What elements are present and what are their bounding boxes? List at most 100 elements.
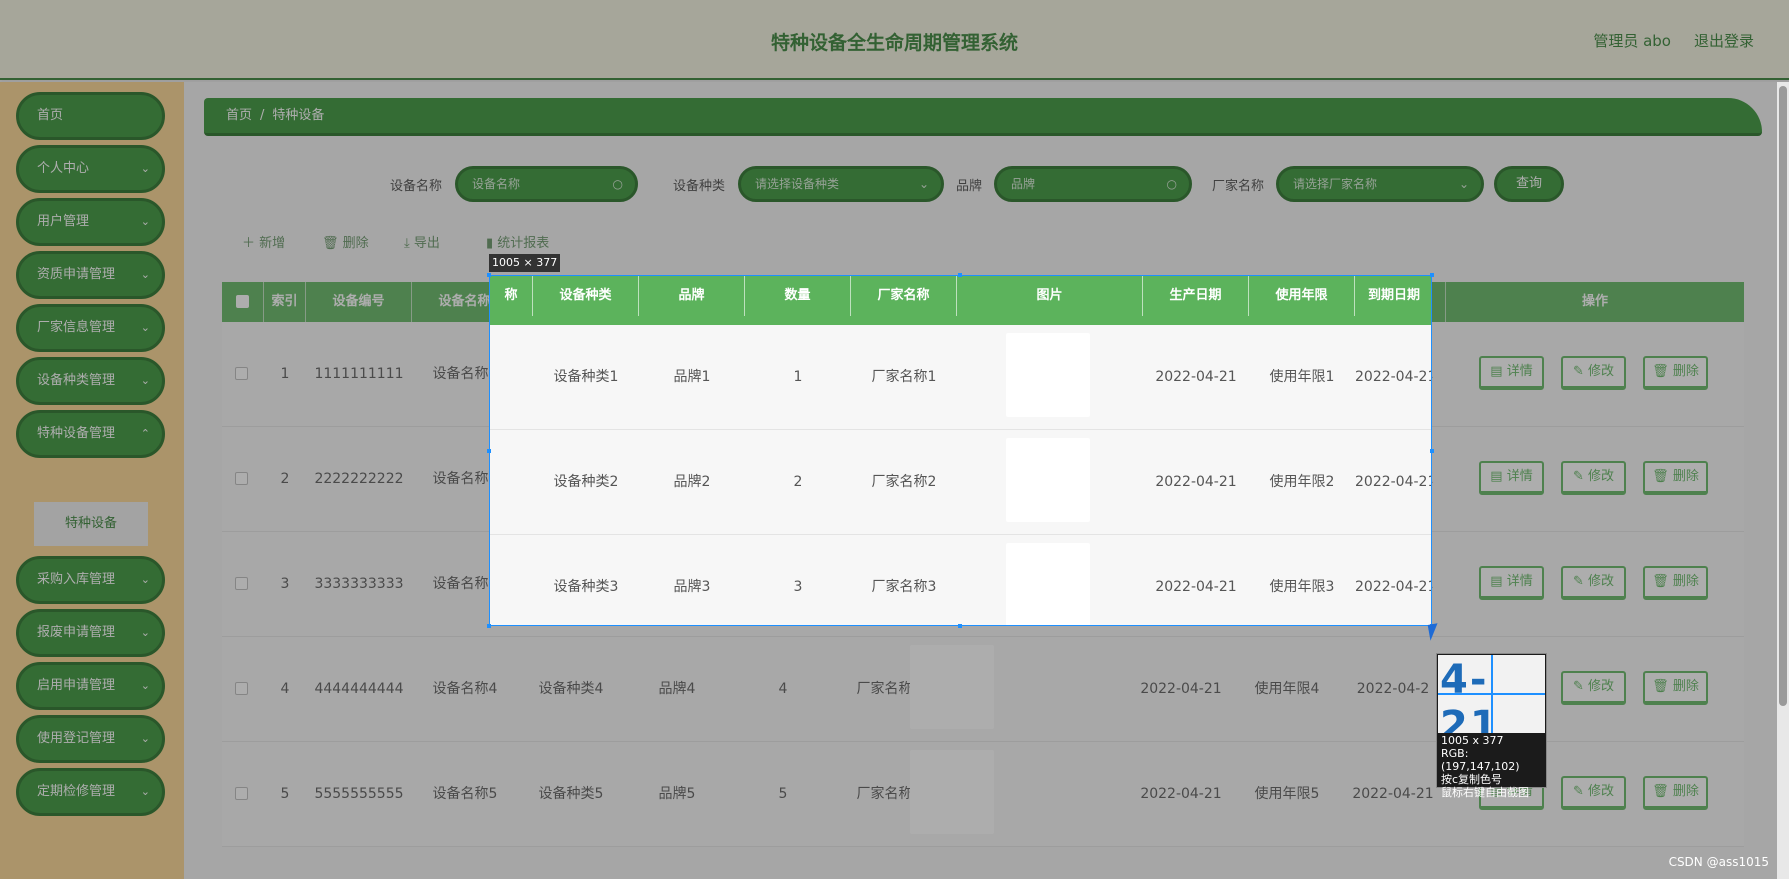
edit-button[interactable]: ✎ 修改 <box>1561 461 1626 495</box>
row-checkbox[interactable] <box>235 787 248 800</box>
sidebar-item-scrap[interactable]: 报废申请管理 ⌄ <box>16 609 165 657</box>
selection-size-label: 1005 × 377 <box>489 254 561 272</box>
device-image[interactable] <box>1006 438 1090 522</box>
cell-idx: 3 <box>280 576 290 592</box>
edit-button[interactable]: ✎ 修改 <box>1561 356 1626 390</box>
cell-qty: 5 <box>778 786 788 802</box>
device-type-label: 设备种类 <box>673 179 726 194</box>
delete-row-button[interactable]: 🗑 删除 <box>1643 461 1708 495</box>
row-checkbox[interactable] <box>235 682 248 695</box>
edit-button[interactable]: ✎ 修改 <box>1561 566 1626 600</box>
cell-code: 2222222222 <box>314 471 404 487</box>
detail-button[interactable]: ▤ 详情 <box>1479 566 1544 600</box>
delete-button[interactable]: 🗑 删除 <box>322 232 369 251</box>
sidebar-item-purchase[interactable]: 采购入库管理 ⌄ <box>16 556 165 604</box>
cell-qty: 3 <box>793 579 803 595</box>
sidebar-item-vendor[interactable]: 厂家信息管理 ⌄ <box>16 304 165 352</box>
submenu-special-device[interactable]: 特种设备 <box>34 502 148 546</box>
select-all-cell[interactable] <box>222 282 264 322</box>
sidebar: 首页 个人中心 ⌄ 用户管理 ⌄ 资质申请管理 ⌄ 厂家信息管理 ⌄ 设备种类管理 ⌄ 特… <box>0 82 184 879</box>
magnifier-view: 4-21 <box>1438 655 1545 733</box>
cell-qty: 2 <box>793 474 803 490</box>
selection-handle[interactable] <box>487 273 491 277</box>
th-type: 设备种类 <box>533 276 639 316</box>
sidebar-item-inspection[interactable]: 定期检修管理 ⌄ <box>16 768 165 816</box>
sidebar-item-qualification[interactable]: 资质申请管理 ⌄ <box>16 251 165 299</box>
device-image[interactable] <box>1006 543 1090 625</box>
selection-handle[interactable] <box>487 449 491 453</box>
sidebar-item-users[interactable]: 用户管理 ⌄ <box>16 198 165 246</box>
scrollbar-thumb[interactable] <box>1779 86 1787 706</box>
row-checkbox[interactable] <box>235 472 248 485</box>
cell-brand: 品牌5 <box>658 786 696 802</box>
chevron-down-icon: ⌄ <box>140 626 150 639</box>
vendor-select[interactable]: 请选择厂家名称 ⌄ <box>1276 166 1484 202</box>
cell-type: 设备种类2 <box>553 474 619 490</box>
cell-expire: 2022-04-21 <box>1355 474 1432 490</box>
cell-code: 3333333333 <box>314 576 404 592</box>
cell-expire: 2022-04-2 <box>1356 681 1430 697</box>
sidebar-item-profile[interactable]: 个人中心 ⌄ <box>16 145 165 193</box>
selection-handle[interactable] <box>958 273 962 277</box>
chevron-down-icon: ⌄ <box>140 321 150 334</box>
chevron-down-icon: ⌄ <box>140 732 150 745</box>
row-checkbox[interactable] <box>235 367 248 380</box>
sidebar-item-registration[interactable]: 使用登记管理 ⌄ <box>16 715 165 763</box>
page-scrollbar[interactable] <box>1777 82 1789 879</box>
device-image[interactable] <box>910 750 994 834</box>
chevron-down-icon: ⌄ <box>140 374 150 387</box>
breadcrumb-home[interactable]: 首页 <box>226 108 252 123</box>
sidebar-item-device-type[interactable]: 设备种类管理 ⌄ <box>16 357 165 405</box>
edit-button[interactable]: ✎ 修改 <box>1561 776 1626 810</box>
magnifier-size: 1005 x 377 <box>1441 734 1504 747</box>
sidebar-item-special-device[interactable]: 特种设备管理 ⌃ <box>16 410 165 458</box>
magnifier-hint-copy: 按c复制色号 <box>1441 773 1503 786</box>
cell-years: 使用年限3 <box>1269 579 1335 595</box>
selection-handle[interactable] <box>1430 273 1434 277</box>
selection-handle[interactable] <box>958 624 962 628</box>
select-all-checkbox[interactable] <box>236 295 249 308</box>
delete-row-button[interactable]: 🗑 删除 <box>1643 776 1708 810</box>
cell-vendor: 厂家名称1 <box>871 369 937 385</box>
logout-link[interactable]: 退出登录 <box>1694 30 1754 51</box>
sidebar-item-home[interactable]: 首页 <box>16 92 165 140</box>
chevron-up-icon: ⌃ <box>140 427 150 440</box>
delete-row-button[interactable]: 🗑 删除 <box>1643 356 1708 390</box>
sidebar-item-enable[interactable]: 启用申请管理 ⌄ <box>16 662 165 710</box>
selection-handle[interactable] <box>487 624 491 628</box>
cell-idx: 5 <box>280 786 290 802</box>
add-button[interactable]: ＋ 新增 <box>242 232 285 251</box>
cell-years: 使用年限1 <box>1269 369 1335 385</box>
capture-selection[interactable]: 称 设备种类 品牌 数量 厂家名称 图片 生产日期 使用年限 到期日期 设备种类… <box>489 275 1432 626</box>
delete-row-button[interactable]: 🗑 删除 <box>1643 671 1708 705</box>
cell-prod: 2022-04-21 <box>1155 474 1237 490</box>
cell-vendor: 厂家名称3 <box>871 579 937 595</box>
row-checkbox[interactable] <box>235 577 248 590</box>
vendor-label: 厂家名称 <box>1212 179 1265 194</box>
report-button[interactable]: ▮ 统计报表 <box>486 232 549 251</box>
cell-expire: 2022-04-21 <box>1355 579 1432 595</box>
edit-button[interactable]: ✎ 修改 <box>1561 671 1626 705</box>
device-name-input[interactable]: 设备名称 ○ <box>455 166 638 202</box>
detail-button[interactable]: ▤ 详情 <box>1479 356 1544 390</box>
app-title: 特种设备全生命周期管理系统 <box>770 32 1018 54</box>
cell-type: 设备种类3 <box>553 579 619 595</box>
device-image[interactable] <box>1006 333 1090 417</box>
cell-name-fragment <box>490 535 533 625</box>
export-button[interactable]: ⤓ 导出 <box>404 232 440 251</box>
query-button[interactable]: 查询 <box>1494 166 1564 202</box>
detail-button[interactable]: ▤ 详情 <box>1479 461 1544 495</box>
search-icon: ○ <box>612 177 623 191</box>
chevron-down-icon: ⌄ <box>140 162 150 175</box>
selection-handle[interactable] <box>1430 449 1434 453</box>
device-type-select[interactable]: 请选择设备种类 ⌄ <box>738 166 944 202</box>
cell-prod: 2022-04-21 <box>1140 681 1222 697</box>
cell-vendor: 厂家名称2 <box>871 474 937 490</box>
table-row: 设备种类2 品牌2 2 厂家名称2 2022-04-21 使用年限2 2022-04-21 <box>490 430 1432 535</box>
th-image: 图片 <box>957 276 1143 316</box>
current-user[interactable]: 管理员 abo <box>1593 30 1671 51</box>
brand-input[interactable]: 品牌 ○ <box>994 166 1192 202</box>
device-image[interactable] <box>910 645 994 729</box>
delete-row-button[interactable]: 🗑 删除 <box>1643 566 1708 600</box>
cell-type: 设备种类1 <box>553 369 619 385</box>
